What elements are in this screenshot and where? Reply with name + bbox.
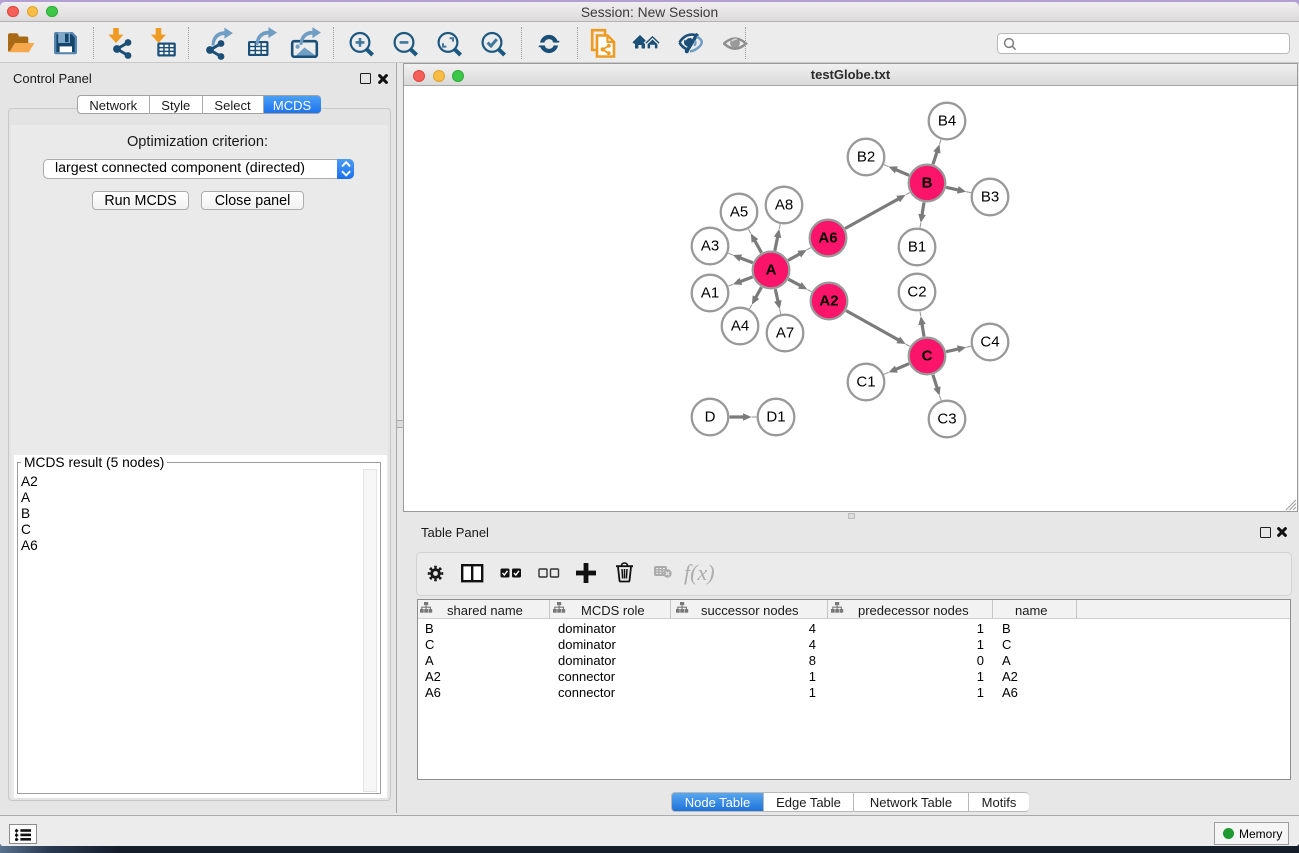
svg-text:A1: A1: [701, 285, 719, 302]
svg-text:A5: A5: [730, 204, 748, 221]
svg-text:D1: D1: [766, 409, 785, 426]
svg-text:C1: C1: [856, 374, 875, 391]
svg-text:C2: C2: [907, 284, 926, 301]
svg-text:D: D: [705, 409, 716, 426]
svg-text:A2: A2: [819, 293, 838, 310]
svg-text:A7: A7: [776, 325, 794, 342]
svg-text:C3: C3: [937, 411, 956, 428]
svg-text:B4: B4: [938, 113, 956, 130]
svg-text:A3: A3: [701, 238, 719, 255]
svg-text:A: A: [766, 262, 777, 279]
svg-text:C4: C4: [980, 334, 999, 351]
svg-text:A4: A4: [731, 318, 749, 335]
svg-text:B1: B1: [908, 239, 926, 256]
svg-text:B: B: [922, 175, 933, 192]
svg-text:C: C: [922, 348, 933, 365]
svg-text:B3: B3: [981, 189, 999, 206]
svg-text:B2: B2: [857, 149, 875, 166]
svg-text:A6: A6: [818, 230, 837, 247]
svg-text:A8: A8: [775, 197, 793, 214]
